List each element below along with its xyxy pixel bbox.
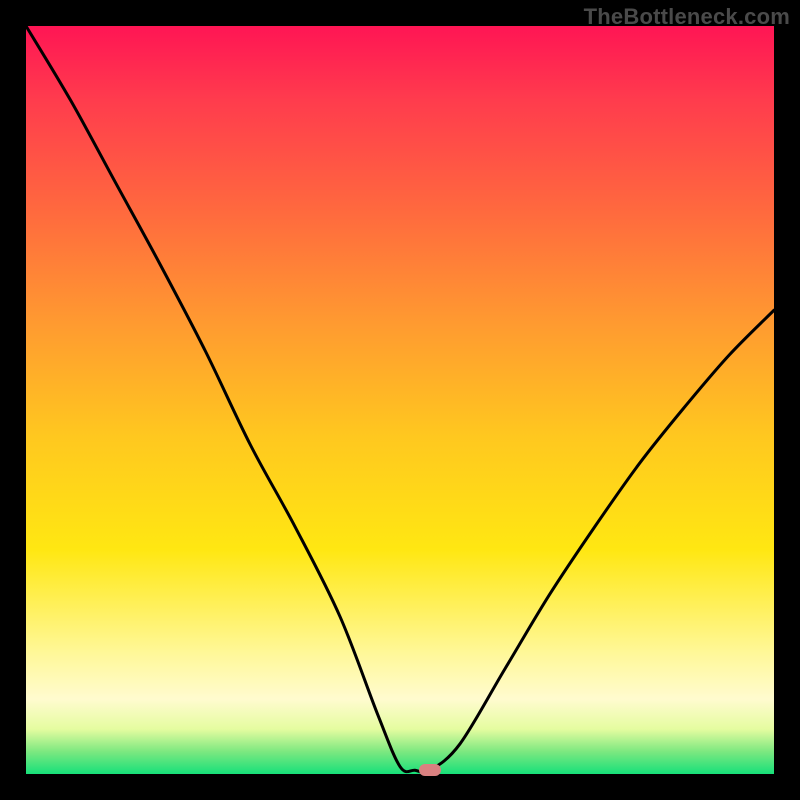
- chart-frame: TheBottleneck.com: [0, 0, 800, 800]
- optimal-point-marker: [419, 764, 441, 776]
- watermark-text: TheBottleneck.com: [584, 4, 790, 30]
- plot-gradient-background: [26, 26, 774, 774]
